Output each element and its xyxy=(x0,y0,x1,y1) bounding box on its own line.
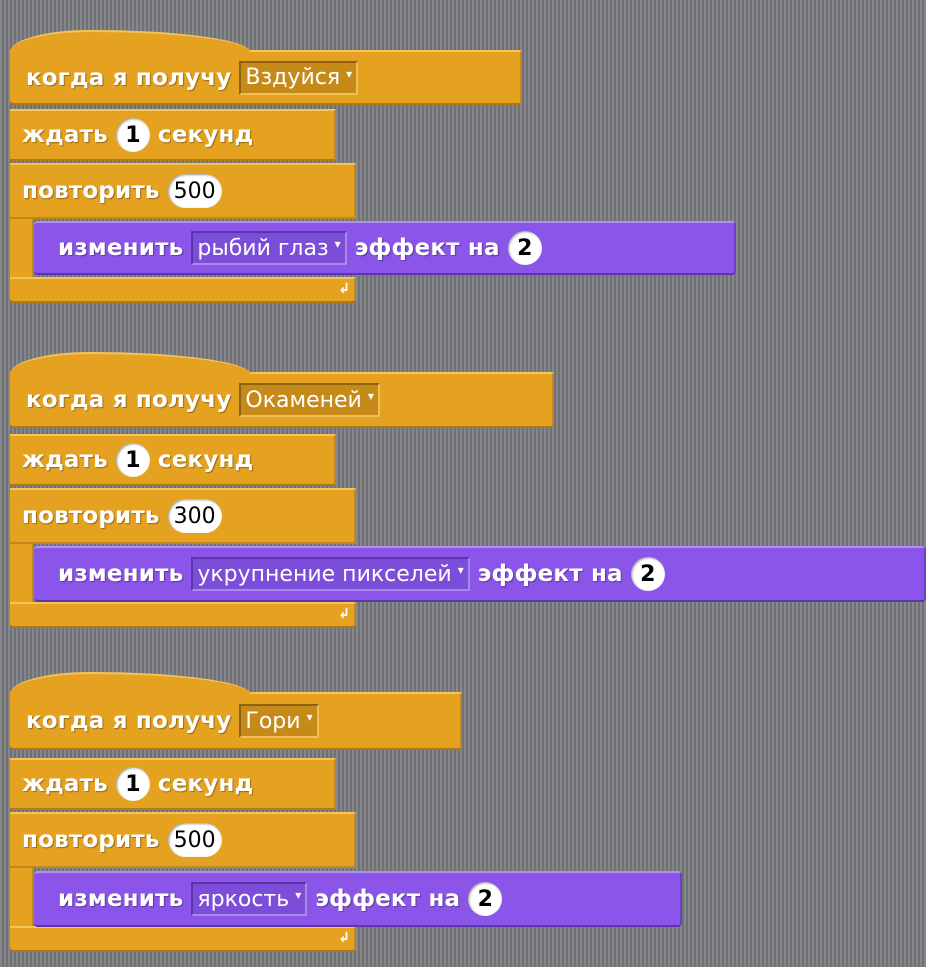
change-effect-block[interactable]: изменить рыбий глаз ▾ эффект на 2 xyxy=(34,221,736,275)
loop-arrow-icon: ↲ xyxy=(338,930,350,946)
effect-by-label: эффект на xyxy=(354,235,500,261)
seconds-label: секунд xyxy=(157,447,254,473)
repeat-label: повторить xyxy=(22,503,160,529)
wait-seconds-input[interactable]: 1 xyxy=(115,767,150,801)
dropdown-caret-icon: ▾ xyxy=(306,710,313,724)
wait-label: ждать xyxy=(22,122,108,148)
effect-amount-input[interactable]: 2 xyxy=(507,231,542,265)
message-value: Вздуйся xyxy=(245,65,341,90)
effect-amount-input[interactable]: 2 xyxy=(468,882,503,916)
message-dropdown[interactable]: Гори ▾ xyxy=(239,704,319,738)
change-label: изменить xyxy=(58,235,184,261)
wait-seconds-input[interactable]: 1 xyxy=(115,443,150,477)
effect-by-label: эффект на xyxy=(477,561,623,587)
message-dropdown[interactable]: Вздуйся ▾ xyxy=(239,60,359,95)
repeat-label: повторить xyxy=(22,827,160,853)
dropdown-caret-icon: ▾ xyxy=(367,389,374,403)
repeat-count-input[interactable]: 500 xyxy=(167,823,222,857)
repeat-count-input[interactable]: 300 xyxy=(167,499,222,533)
wait-label: ждать xyxy=(22,771,108,797)
wait-block[interactable]: ждать 1 секунд xyxy=(10,758,336,810)
effect-by-label: эффект на xyxy=(315,886,461,912)
dropdown-caret-icon: ▾ xyxy=(334,237,341,251)
change-effect-block[interactable]: изменить укрупнение пикселей ▾ эффект на… xyxy=(34,546,926,602)
message-dropdown[interactable]: Окаменей ▾ xyxy=(239,383,380,417)
wait-block[interactable]: ждать 1 секунд xyxy=(10,434,336,486)
when-receive-label: когда я получу xyxy=(26,64,232,91)
wait-block[interactable]: ждать 1 секунд xyxy=(10,109,336,161)
dropdown-caret-icon: ▾ xyxy=(295,888,302,902)
when-receive-block[interactable]: когда я получу Гори ▾ xyxy=(10,672,462,750)
wait-label: ждать xyxy=(22,447,108,473)
when-receive-label: когда я получу xyxy=(26,387,232,413)
dropdown-caret-icon: ▾ xyxy=(457,563,464,577)
effect-amount-input[interactable]: 2 xyxy=(630,557,665,591)
when-receive-block[interactable]: когда я получу Окаменей ▾ xyxy=(10,352,554,428)
seconds-label: секунд xyxy=(157,122,254,148)
when-receive-block[interactable]: когда я получу Вздуйся ▾ xyxy=(10,30,522,105)
when-receive-label: когда я получу xyxy=(26,708,232,734)
effect-dropdown[interactable]: яркость ▾ xyxy=(191,882,308,916)
change-label: изменить xyxy=(58,886,184,912)
message-value: Окаменей xyxy=(245,387,362,413)
effect-dropdown[interactable]: укрупнение пикселей ▾ xyxy=(191,557,470,591)
change-effect-block[interactable]: изменить яркость ▾ эффект на 2 xyxy=(34,871,682,927)
effect-value: яркость xyxy=(197,886,290,912)
dropdown-caret-icon: ▾ xyxy=(346,66,353,81)
effect-dropdown[interactable]: рыбий глаз ▾ xyxy=(191,231,347,265)
loop-arrow-icon: ↲ xyxy=(338,606,350,622)
message-value: Гори xyxy=(245,708,301,734)
repeat-label: повторить xyxy=(22,178,160,204)
repeat-count-input[interactable]: 500 xyxy=(167,174,222,208)
loop-arrow-icon: ↲ xyxy=(338,281,350,297)
change-label: изменить xyxy=(58,561,184,587)
effect-value: рыбий глаз xyxy=(197,235,329,261)
effect-value: укрупнение пикселей xyxy=(197,561,452,587)
wait-seconds-input[interactable]: 1 xyxy=(115,118,150,152)
seconds-label: секунд xyxy=(157,771,254,797)
